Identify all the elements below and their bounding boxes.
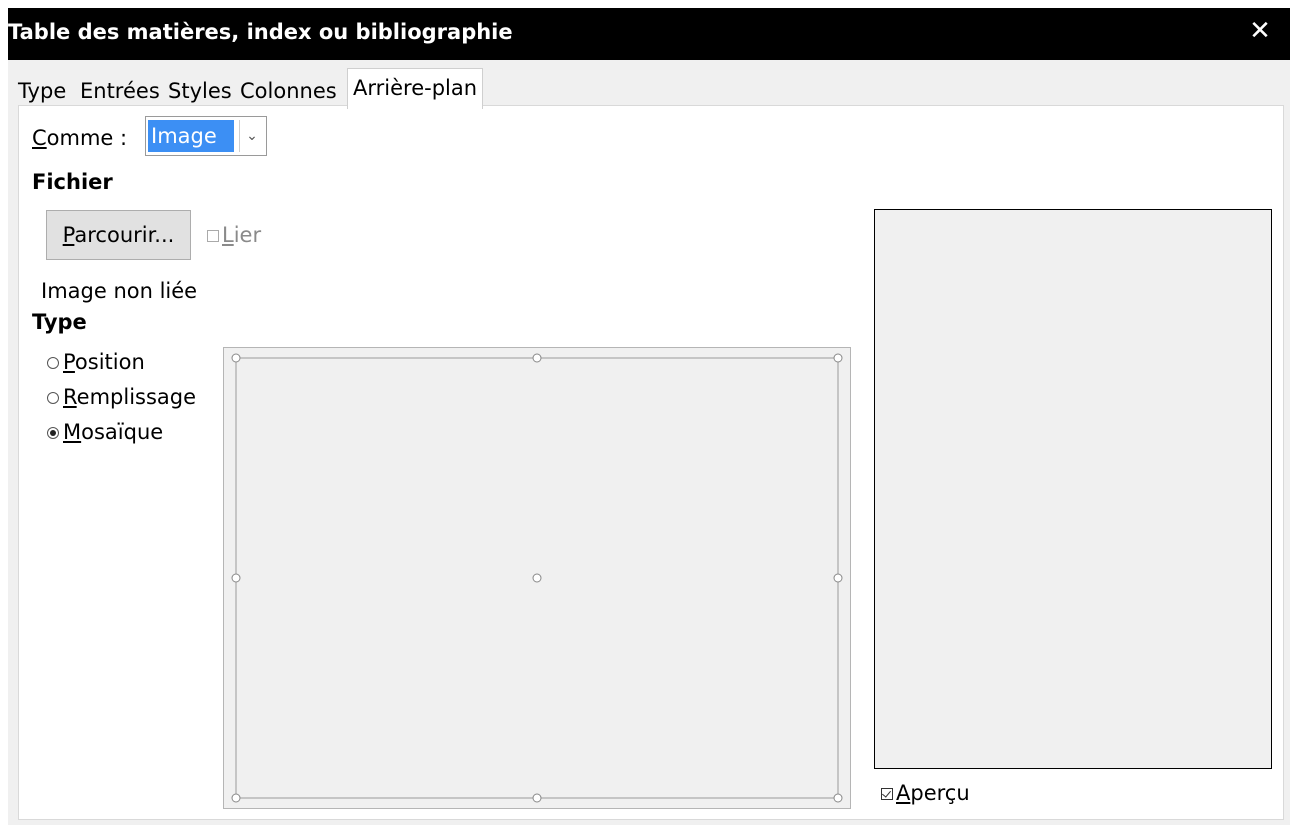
position-bottom-right (833, 793, 843, 803)
position-top-left (231, 353, 241, 363)
file-heading: Fichier (32, 170, 113, 194)
radio-selected-icon (47, 427, 59, 439)
background-panel: Comme : Image ⌄ Fichier Parcourir... Lie… (18, 105, 1284, 820)
position-bottom-center (532, 793, 542, 803)
title-bar: Table des matières, index ou bibliograph… (8, 8, 1290, 60)
preview-area (874, 209, 1272, 769)
position-top-right (833, 353, 843, 363)
link-checkbox[interactable]: Lier (207, 223, 261, 247)
position-middle-left (231, 573, 241, 583)
preview-checkbox[interactable]: Aperçu (881, 781, 970, 805)
radio-icon (47, 392, 59, 404)
tab-type[interactable]: Type (18, 76, 66, 106)
link-status-text: Image non liée (41, 279, 198, 303)
close-icon[interactable]: ✕ (1248, 18, 1272, 44)
checkbox-checked-icon (881, 788, 893, 800)
chevron-down-icon[interactable]: ⌄ (239, 120, 264, 152)
position-top-center (532, 353, 542, 363)
radio-mosaique[interactable]: Mosaïque (47, 420, 163, 444)
radio-position[interactable]: Position (47, 350, 145, 374)
tab-arriere-plan[interactable]: Arrière-plan (347, 68, 484, 109)
position-bottom-left (231, 793, 241, 803)
dialog-body: Type Entrées Styles Colonnes Arrière-pla… (8, 60, 1290, 825)
tab-colonnes[interactable]: Colonnes (240, 76, 337, 106)
as-label: Comme : (32, 126, 128, 150)
tab-entrees[interactable]: Entrées (80, 76, 160, 106)
as-select-value: Image (148, 120, 234, 152)
radio-remplissage[interactable]: Remplissage (47, 385, 196, 409)
radio-icon (47, 357, 59, 369)
as-select[interactable]: Image ⌄ (145, 116, 267, 156)
position-selector[interactable] (223, 347, 851, 809)
window-title: Table des matières, index ou bibliograph… (8, 20, 513, 44)
position-grid (231, 353, 843, 803)
position-center (532, 573, 542, 583)
browse-button[interactable]: Parcourir... (46, 210, 191, 260)
position-middle-right (833, 573, 843, 583)
tab-styles[interactable]: Styles (168, 76, 232, 106)
type-heading: Type (32, 310, 87, 334)
checkbox-icon (207, 230, 219, 242)
